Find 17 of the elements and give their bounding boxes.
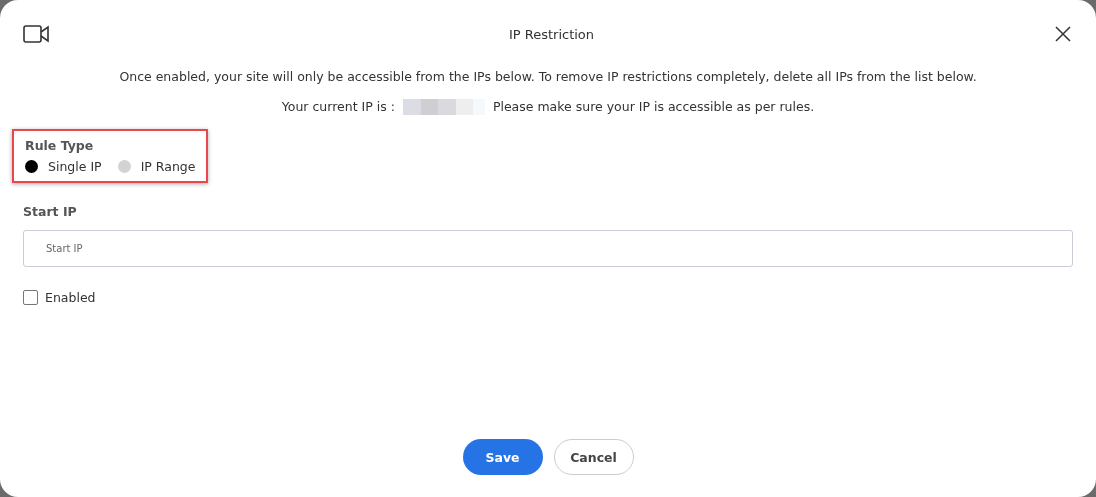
dialog-title: IP Restriction: [508, 26, 595, 42]
radio-label[interactable]: IP Range: [140, 159, 196, 174]
radio-label[interactable]: Single IP: [48, 159, 102, 174]
current-ip-note: Please make sure your IP is accessible as per rules.: [492, 99, 815, 115]
cancel-button[interactable]: Cancel: [553, 439, 634, 475]
close-icon[interactable]: [1054, 25, 1072, 43]
video-camera-icon: [23, 24, 49, 44]
rule-type-label: Rule Type: [25, 138, 95, 153]
checkbox[interactable]: [23, 290, 38, 305]
checkbox-label[interactable]: Enabled: [45, 290, 96, 305]
radio-button[interactable]: [25, 160, 38, 173]
notice-text: Once enabled, your site will only be accessible from the IPs below. To remove IP restrictions completely, delete all IPs from the list below.: [118, 69, 978, 85]
save-button[interactable]: Save: [462, 439, 543, 475]
start-ip-label: Start IP: [23, 204, 78, 219]
radio-button[interactable]: [117, 160, 131, 173]
current-ip-label: Your current IP is :: [281, 99, 395, 115]
start-ip-field[interactable]: Start IP: [23, 230, 1073, 267]
